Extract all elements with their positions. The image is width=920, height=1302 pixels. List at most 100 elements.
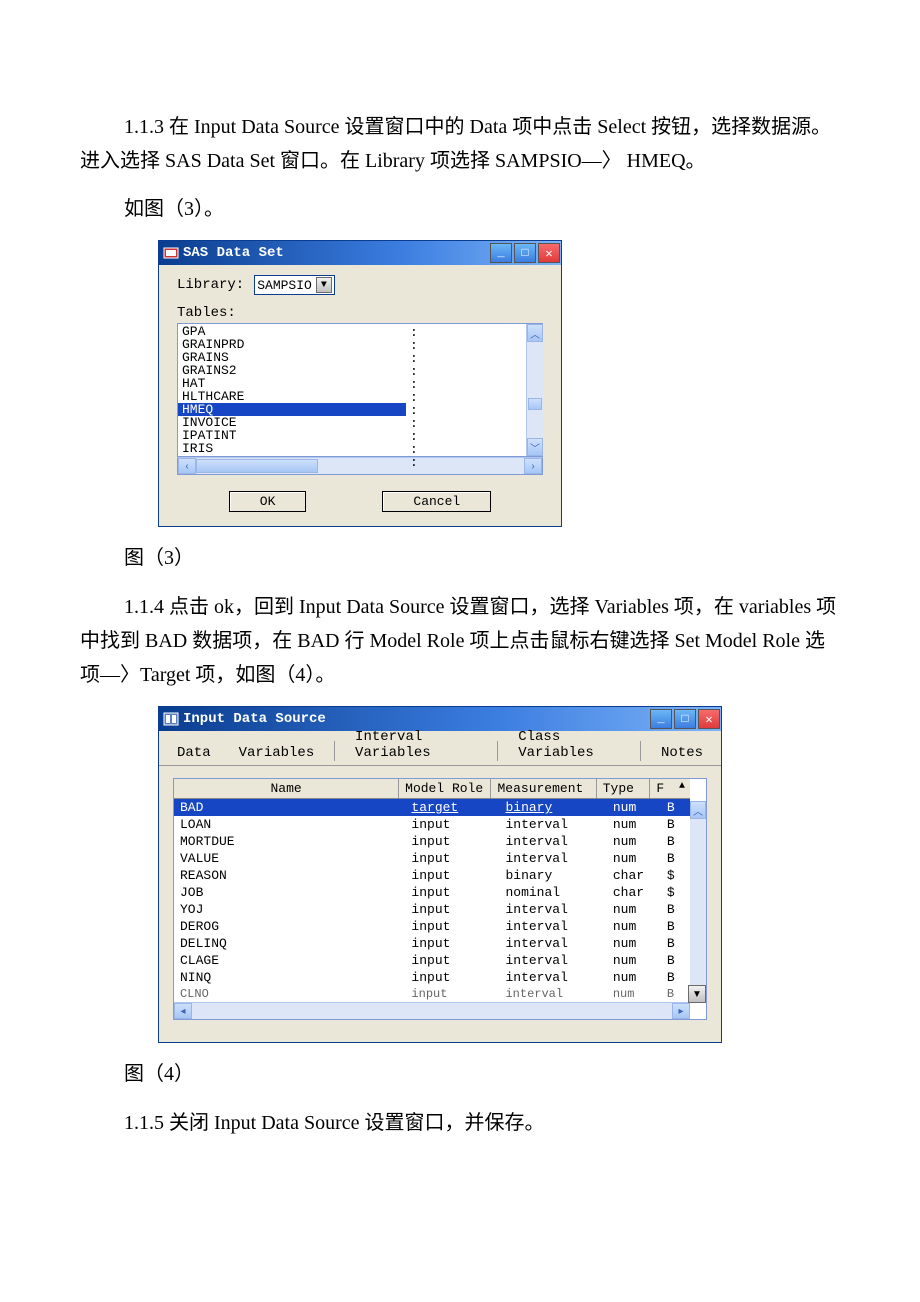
- cell-f: B: [661, 952, 690, 969]
- cell-type: num: [607, 850, 661, 867]
- cell-meas: interval: [499, 816, 606, 833]
- cell-f: $: [661, 884, 690, 901]
- scroll-up-button[interactable]: ︿: [690, 801, 706, 819]
- list-item-marker: :: [406, 403, 526, 416]
- paragraph-ref-fig3: 如图（3）。: [80, 192, 840, 226]
- cancel-button[interactable]: Cancel: [382, 491, 491, 512]
- scroll-down-button[interactable]: ﹀: [527, 438, 543, 456]
- maximize-button[interactable]: □: [674, 709, 696, 729]
- list-item-marker: :: [406, 351, 526, 364]
- input-data-source-dialog: Input Data Source _ □ ✕ Data Variables I…: [158, 706, 722, 1043]
- table-row[interactable]: CLAGEinputintervalnumB: [174, 952, 690, 969]
- table-row[interactable]: BADtargetbinarynumB: [174, 799, 690, 816]
- cell-f: B: [661, 833, 690, 850]
- grid-horizontal-scrollbar[interactable]: ◂ ▸: [174, 1002, 690, 1019]
- window-title: SAS Data Set: [183, 245, 284, 261]
- cell-role: input: [405, 901, 499, 918]
- cell-role: input: [405, 969, 499, 986]
- list-item-marker: :: [406, 364, 526, 377]
- table-row[interactable]: NINQinputintervalnumB: [174, 969, 690, 986]
- table-row[interactable]: CLNOinputintervalnumB: [174, 986, 690, 1002]
- cell-type: num: [607, 816, 661, 833]
- paragraph-1-1-5: 1.1.5 关闭 Input Data Source 设置窗口，并保存。: [80, 1106, 840, 1140]
- table-row[interactable]: REASONinputbinarychar$: [174, 867, 690, 884]
- table-row[interactable]: VALUEinputintervalnumB: [174, 850, 690, 867]
- list-item-marker: :: [406, 338, 526, 351]
- tab-data[interactable]: Data: [169, 743, 219, 765]
- cell-f: B: [661, 901, 690, 918]
- close-button[interactable]: ✕: [538, 243, 560, 263]
- tab-notes[interactable]: Notes: [653, 743, 711, 765]
- ok-button[interactable]: OK: [229, 491, 307, 512]
- minimize-button[interactable]: _: [490, 243, 512, 263]
- list-item-marker: :: [406, 442, 526, 455]
- table-row[interactable]: DEROGinputintervalnumB: [174, 918, 690, 935]
- figure-4-caption: 图（4）: [80, 1057, 840, 1086]
- cell-meas: binary: [499, 799, 606, 816]
- cell-name: DELINQ: [174, 935, 405, 952]
- minimize-button[interactable]: _: [650, 709, 672, 729]
- cell-name: CLAGE: [174, 952, 405, 969]
- horizontal-scrollbar[interactable]: ‹ ›: [177, 457, 543, 475]
- tab-bar: Data Variables Interval Variables Class …: [159, 731, 721, 766]
- list-item-marker: :: [406, 429, 526, 442]
- vertical-scrollbar[interactable]: ︿ ﹀: [526, 324, 543, 456]
- cell-f: B: [661, 986, 690, 1002]
- cell-type: num: [607, 833, 661, 850]
- cell-f: B: [661, 816, 690, 833]
- col-name[interactable]: Name: [174, 779, 399, 798]
- scroll-thumb[interactable]: [528, 398, 542, 410]
- scroll-left-button[interactable]: ‹: [178, 458, 196, 474]
- col-model-role[interactable]: Model Role: [399, 779, 491, 798]
- scroll-right-button[interactable]: ›: [524, 458, 542, 474]
- tables-label: Tables:: [177, 305, 543, 321]
- cell-meas: interval: [499, 935, 606, 952]
- col-measurement[interactable]: Measurement: [491, 779, 596, 798]
- hscroll-thumb[interactable]: [196, 459, 318, 473]
- cell-name: REASON: [174, 867, 405, 884]
- scroll-right-button[interactable]: ▸: [672, 1003, 690, 1019]
- cell-type: char: [607, 884, 661, 901]
- maximize-button[interactable]: □: [514, 243, 536, 263]
- cell-role: input: [405, 918, 499, 935]
- list-item[interactable]: GRAINS2: [178, 364, 406, 377]
- cell-type: num: [607, 952, 661, 969]
- cell-role: input: [405, 986, 499, 1002]
- cell-type: num: [607, 935, 661, 952]
- sas-data-set-dialog: SAS Data Set _ □ ✕ Library: SAMPSIO ▼ Ta…: [158, 240, 562, 527]
- tab-interval-variables[interactable]: Interval Variables: [347, 727, 485, 765]
- tab-class-variables[interactable]: Class Variables: [510, 727, 628, 765]
- scroll-up-button[interactable]: ︿: [527, 324, 543, 342]
- library-dropdown[interactable]: SAMPSIO ▼: [254, 275, 335, 295]
- chevron-down-icon[interactable]: ▼: [688, 985, 706, 1003]
- col-type[interactable]: Type: [597, 779, 651, 798]
- tables-listbox[interactable]: GPAGRAINPRDGRAINSGRAINS2HATHLTHCAREHMEQI…: [177, 323, 543, 457]
- close-button[interactable]: ✕: [698, 709, 720, 729]
- table-row[interactable]: LOANinputintervalnumB: [174, 816, 690, 833]
- list-item[interactable]: JOBCODES: [178, 455, 406, 456]
- list-item-marker: :: [406, 377, 526, 390]
- table-row[interactable]: MORTDUEinputintervalnumB: [174, 833, 690, 850]
- list-item-marker: :: [406, 325, 526, 338]
- cell-type: num: [607, 969, 661, 986]
- scroll-left-button[interactable]: ◂: [174, 1003, 192, 1019]
- chevron-down-icon[interactable]: ▼: [316, 277, 332, 293]
- cell-role: input: [405, 850, 499, 867]
- grid-vertical-scrollbar[interactable]: ︿ ﹀: [690, 801, 706, 1003]
- sort-indicator-icon[interactable]: ▲: [679, 779, 690, 798]
- library-value: SAMPSIO: [257, 278, 312, 293]
- table-row[interactable]: DELINQinputintervalnumB: [174, 935, 690, 952]
- table-row[interactable]: JOBinputnominalchar$: [174, 884, 690, 901]
- table-row[interactable]: YOJinputintervalnumB: [174, 901, 690, 918]
- library-label: Library:: [177, 277, 244, 293]
- cell-meas: interval: [499, 850, 606, 867]
- cell-name: DEROG: [174, 918, 405, 935]
- variables-grid[interactable]: Name Model Role Measurement Type F ▲ BAD…: [173, 778, 707, 1020]
- cell-meas: interval: [499, 901, 606, 918]
- cell-meas: interval: [499, 986, 606, 1002]
- cell-meas: interval: [499, 833, 606, 850]
- col-format[interactable]: F: [650, 779, 679, 798]
- cell-role: input: [405, 935, 499, 952]
- tab-variables[interactable]: Variables: [231, 743, 323, 765]
- titlebar[interactable]: SAS Data Set _ □ ✕: [159, 241, 561, 265]
